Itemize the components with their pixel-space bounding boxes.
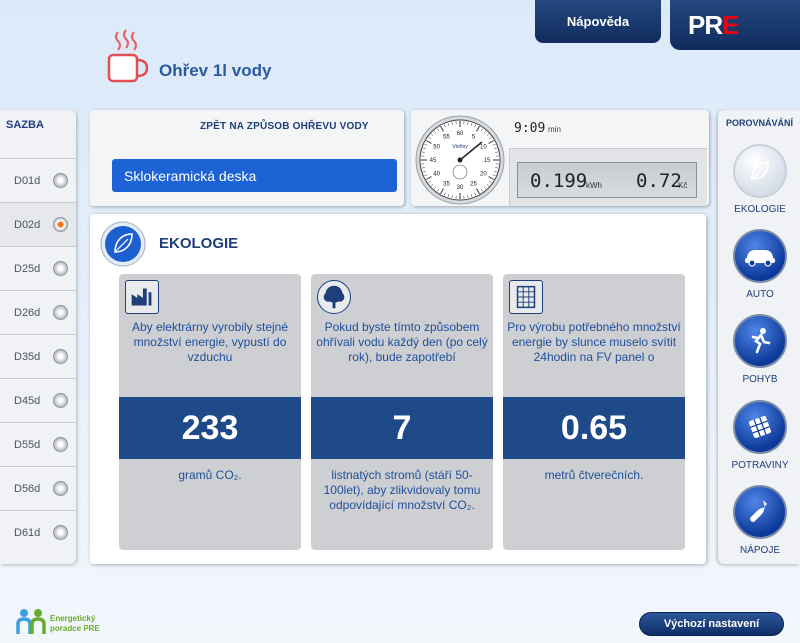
card-unit: gramů CO₂. [178, 468, 242, 482]
brand-line-1: Energetický [50, 614, 96, 623]
elapsed-time: 9:09 [514, 121, 546, 136]
rate-option-d56d[interactable]: D56d [0, 466, 76, 510]
compare-item-label: NÁPOJE [739, 545, 780, 556]
back-to-method-link[interactable]: ZPĚT NA ZPŮSOB OHŘEVU VODY [200, 121, 369, 132]
factory-icon [125, 280, 159, 314]
radio-icon [53, 481, 68, 496]
energy-unit: kWh [586, 181, 602, 190]
rate-option-d01d[interactable]: D01d [0, 158, 76, 202]
food-icon [733, 400, 787, 454]
radio-icon [53, 217, 68, 232]
rate-option-d45d[interactable]: D45d [0, 378, 76, 422]
card-value: 0.65 [503, 397, 685, 459]
compare-item-label: POHYB [742, 374, 778, 385]
stopwatch-label: Vteřiny [452, 144, 468, 150]
rate-option-d25d[interactable]: D25d [0, 246, 76, 290]
card-description: Pokud byste tímto způsobem ohřívali vodu… [316, 320, 488, 364]
energy-value: 0.199 [530, 170, 588, 192]
card-description: Pro výrobu potřebného množství energie b… [507, 320, 681, 364]
runner-icon [733, 314, 787, 368]
rate-option-label: D02d [14, 218, 41, 231]
rate-option-label: D61d [14, 526, 41, 539]
rate-option-label: D35d [14, 350, 41, 363]
rate-option-label: D01d [14, 174, 41, 187]
compare-item-ekologie[interactable]: EKOLOGIE [722, 144, 798, 215]
help-button[interactable]: Nápověda [535, 0, 661, 43]
solar-panel-icon [509, 280, 543, 314]
radio-icon [53, 393, 68, 408]
compare-item-label: EKOLOGIE [734, 204, 786, 215]
compare-title: POROVNÁVÁNÍ [726, 118, 794, 128]
card-description: Aby elektrárny vyrobily stejné množství … [131, 320, 289, 364]
rate-option-d35d[interactable]: D35d [0, 334, 76, 378]
svg-text:30: 30 [457, 185, 464, 191]
logo-text: PRE [688, 9, 739, 40]
compare-item-label: POTRAVINY [731, 460, 789, 471]
brand-line-2: poradce PRE [50, 624, 100, 633]
radio-icon [53, 437, 68, 452]
help-label: Nápověda [566, 14, 630, 29]
radio-icon [53, 305, 68, 320]
section-title: EKOLOGIE [159, 235, 239, 252]
card-value: 7 [311, 397, 493, 459]
rate-option-d61d[interactable]: D61d [0, 510, 76, 554]
rate-option-d26d[interactable]: D26d [0, 290, 76, 334]
rate-option-label: D25d [14, 262, 41, 275]
card-unit: listnatých stromů (stáří 50-100let), aby… [323, 468, 481, 512]
radio-icon [53, 525, 68, 540]
leaf-icon [100, 221, 146, 267]
compare-item-auto[interactable]: AUTO [722, 229, 798, 300]
cost-unit: Kč [678, 181, 688, 190]
radio-icon [53, 349, 68, 364]
rate-option-label: D56d [14, 482, 41, 495]
svg-text:60: 60 [457, 131, 464, 137]
compare-item-napoje[interactable]: NÁPOJE [722, 485, 798, 556]
leaf-icon [733, 144, 787, 198]
elapsed-time-unit: min [548, 125, 561, 134]
rate-option-label: D55d [14, 438, 41, 451]
advisor-logo-icon [16, 609, 46, 634]
radio-icon [53, 261, 68, 276]
svg-text:15: 15 [484, 158, 491, 164]
stopwatch-icon: 60510152025303540455055 Vteřiny [415, 115, 505, 205]
car-icon [733, 229, 787, 283]
svg-text:55: 55 [443, 135, 450, 141]
card-value: 233 [119, 397, 301, 459]
hot-cup-icon [107, 29, 149, 83]
svg-text:45: 45 [430, 158, 437, 164]
bottle-icon [733, 485, 787, 539]
svg-text:10: 10 [480, 145, 487, 151]
compare-item-pohyb[interactable]: POHYB [722, 314, 798, 385]
svg-text:50: 50 [433, 145, 440, 151]
svg-text:35: 35 [443, 181, 450, 187]
rate-option-d02d[interactable]: D02d [0, 202, 76, 246]
selected-method-button[interactable]: Sklokeramická deska [112, 159, 397, 192]
cost-value: 0.72 [636, 170, 682, 192]
page-title: Ohřev 1l vody [159, 61, 272, 80]
card-unit: metrů čtverečních. [544, 468, 644, 482]
svg-text:25: 25 [470, 181, 477, 187]
svg-text:40: 40 [433, 172, 440, 178]
svg-text:20: 20 [480, 172, 487, 178]
rate-sidebar-title: SAZBA [6, 119, 44, 131]
tree-icon [317, 280, 351, 314]
rate-option-d55d[interactable]: D55d [0, 422, 76, 466]
advisor-brand: Energetický poradce PRE [50, 614, 100, 634]
compare-item-label: AUTO [746, 289, 774, 300]
rate-option-label: D26d [14, 306, 41, 319]
reset-defaults-button[interactable]: Výchozí nastavení [639, 612, 784, 636]
compare-item-potraviny[interactable]: POTRAVINY [722, 400, 798, 471]
radio-icon [53, 173, 68, 188]
rate-option-label: D45d [14, 394, 41, 407]
pre-logo: PRE [670, 0, 800, 50]
